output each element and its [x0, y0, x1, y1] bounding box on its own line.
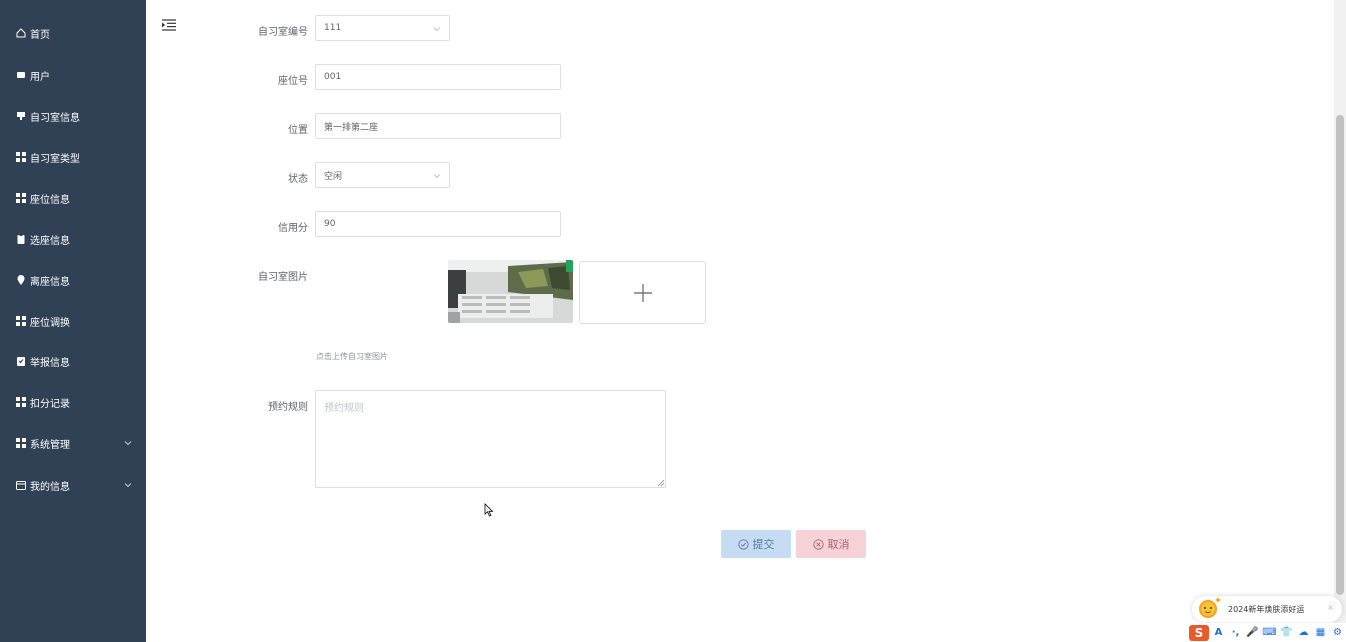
location-icon: [16, 275, 26, 285]
chevron-down-icon: [124, 483, 132, 488]
close-icon[interactable]: ×: [1327, 603, 1334, 612]
scrollbar-thumb[interactable]: [1336, 115, 1344, 595]
chevron-down-icon: [433, 27, 441, 32]
mouse-cursor-icon: [484, 503, 494, 517]
grid-icon: [16, 152, 26, 162]
ime-tool-cloud-icon[interactable]: ☁: [1296, 626, 1311, 640]
sidebar: 首页 用户 自习室信息 自习室类型 座位信息 选座信息 离座信息 座位调换 举报…: [0, 0, 146, 642]
status-select[interactable]: 空闲: [315, 162, 450, 188]
grid-icon: [16, 193, 26, 203]
sidebar-item-my-info[interactable]: 我的信息: [0, 470, 146, 500]
sidebar-item-label: 首页: [30, 29, 50, 41]
page-scrollbar[interactable]: [1334, 0, 1346, 642]
ime-tool-skin-icon[interactable]: 👕: [1279, 626, 1294, 640]
status-value: 空闲: [324, 171, 343, 182]
location-label: 位置: [288, 125, 308, 136]
sidebar-item-room-type[interactable]: 自习室类型: [0, 142, 146, 172]
sidebar-item-label: 系统管理: [30, 439, 70, 451]
sidebar-item-system[interactable]: 系统管理: [0, 428, 146, 458]
sidebar-item-label: 座位信息: [30, 194, 70, 206]
sidebar-item-home[interactable]: 首页: [0, 18, 146, 48]
home-icon: [16, 28, 26, 38]
menu-collapse-icon[interactable]: [161, 18, 177, 32]
seat-no-label: 座位号: [278, 76, 308, 87]
close-circle-icon: [812, 538, 824, 550]
sidebar-item-report[interactable]: 举报信息: [0, 346, 146, 376]
sun-mascot-icon: [1199, 597, 1221, 618]
grid-icon: [16, 316, 26, 326]
sidebar-item-label: 我的信息: [30, 481, 70, 493]
seat-no-input[interactable]: 001: [315, 64, 561, 90]
ime-tool-grid-icon[interactable]: ▦: [1313, 626, 1328, 640]
sidebar-item-users[interactable]: 用户: [0, 60, 146, 90]
cancel-button[interactable]: 取消: [796, 530, 866, 558]
room-image-label: 自习室图片: [258, 272, 308, 283]
sidebar-item-label: 自习室类型: [30, 153, 80, 165]
submit-label: 提交: [752, 538, 775, 551]
resize-grip-icon[interactable]: [657, 479, 664, 486]
ime-promo-popup[interactable]: 2024新年焕肤添好运 ×: [1192, 596, 1342, 622]
location-input[interactable]: 第一排第二座: [315, 113, 561, 139]
rules-label: 预约规则: [268, 402, 308, 413]
sidebar-item-leave-seat[interactable]: 离座信息: [0, 265, 146, 295]
ime-tool-keyboard-icon[interactable]: ⌨: [1262, 626, 1277, 640]
calendar-icon: [16, 480, 26, 490]
room-icon: [16, 111, 26, 121]
sidebar-item-room-info[interactable]: 自习室信息: [0, 101, 146, 131]
cancel-label: 取消: [827, 538, 850, 551]
room-no-label: 自习室编号: [258, 27, 308, 38]
sidebar-item-seat-swap[interactable]: 座位调换: [0, 306, 146, 336]
chevron-down-icon: [433, 174, 441, 179]
clipboard-icon: [16, 234, 26, 244]
sidebar-item-seat-info[interactable]: 座位信息: [0, 183, 146, 213]
seat-no-value: 001: [324, 72, 342, 82]
ime-tool-punctuation-icon[interactable]: ·,: [1228, 626, 1243, 640]
ime-tool-microphone-icon[interactable]: 🎤: [1245, 626, 1260, 640]
report-icon: [16, 356, 26, 366]
grid-icon: [16, 438, 26, 448]
sidebar-item-label: 离座信息: [30, 276, 70, 288]
sidebar-item-label: 举报信息: [30, 357, 70, 369]
room-image-thumbnail[interactable]: [448, 260, 573, 323]
ime-tool-font-icon[interactable]: A: [1211, 626, 1226, 640]
sidebar-item-label: 自习室信息: [30, 112, 80, 124]
plus-icon: [633, 283, 652, 302]
sidebar-item-seat-selection[interactable]: 选座信息: [0, 224, 146, 254]
status-label: 状态: [288, 174, 308, 185]
ime-tool-settings-icon[interactable]: ⚙: [1330, 626, 1345, 640]
sidebar-item-label: 选座信息: [30, 235, 70, 247]
sidebar-item-label: 扣分记录: [30, 398, 70, 410]
chevron-down-icon: [124, 441, 132, 446]
location-value: 第一排第二座: [324, 122, 379, 133]
credit-label: 信用分: [278, 223, 308, 234]
sidebar-item-deduction[interactable]: 扣分记录: [0, 387, 146, 417]
credit-input[interactable]: 90: [315, 211, 561, 237]
user-icon: [16, 70, 26, 80]
grid-icon: [16, 397, 26, 407]
sidebar-item-label: 用户: [30, 71, 50, 83]
submit-button[interactable]: 提交: [721, 530, 791, 558]
ime-promo-text: 2024新年焕肤添好运: [1228, 605, 1305, 614]
ime-toolbar: S A ·, 🎤 ⌨ 👕 ☁ ▦ ⚙: [1187, 623, 1346, 642]
sogou-logo-icon[interactable]: S: [1189, 624, 1209, 641]
room-no-value: 111: [324, 23, 342, 33]
upload-tip: 点击上传自习室图片: [316, 352, 388, 361]
room-no-select[interactable]: 111: [315, 15, 450, 41]
sidebar-item-label: 座位调换: [30, 317, 70, 329]
rules-textarea[interactable]: 预约规则: [315, 390, 666, 488]
main-content: 自习室编号 111 座位号 001 位置 第一排第二座 状态 空闲 信用分 90…: [146, 0, 1346, 642]
credit-value: 90: [324, 219, 336, 229]
rules-placeholder: 预约规则: [324, 403, 364, 414]
check-circle-icon: [737, 538, 749, 550]
image-upload-button[interactable]: [579, 261, 706, 324]
